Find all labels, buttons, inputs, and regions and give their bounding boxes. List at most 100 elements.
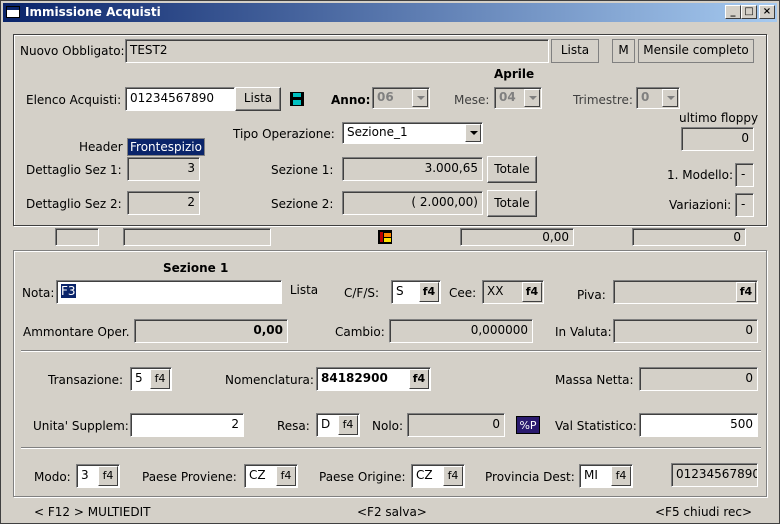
maximize-button[interactable]: □ xyxy=(741,5,757,19)
val-statistico-input[interactable]: 500 xyxy=(639,413,758,437)
close-button[interactable]: × xyxy=(759,5,775,19)
divider-2 xyxy=(21,447,761,449)
anno-label: Anno: xyxy=(331,93,371,107)
unita-supplem-input[interactable]: 2 xyxy=(130,413,244,437)
mese-value: 04 xyxy=(499,90,516,104)
cee-value: XX xyxy=(487,284,504,298)
cee-f4-button[interactable]: f4 xyxy=(522,282,542,302)
sezione2-label: Sezione 2: xyxy=(271,197,334,211)
cfs-f4-button[interactable]: f4 xyxy=(419,282,439,302)
modello-field: - xyxy=(735,163,754,187)
sezione1-field: 3.000,65 xyxy=(342,157,483,181)
sezione1-label: Sezione 1: xyxy=(271,163,334,177)
obbligato-lista-button[interactable]: Lista xyxy=(551,39,599,63)
anno-select[interactable]: 06 xyxy=(372,87,430,109)
massa-netta-label: Massa Netta: xyxy=(555,373,634,387)
trimestre-dropdown-icon[interactable] xyxy=(662,89,678,107)
transazione-f4-button[interactable]: f4 xyxy=(150,369,170,389)
nota-lista-button[interactable]: Lista xyxy=(282,280,326,304)
provincia-dest-f4-button[interactable]: f4 xyxy=(611,466,631,486)
dettaglio-sez1-label: Dettaglio Sez 1: xyxy=(26,163,122,177)
elenco-acquisti-input[interactable]: 01234567890 xyxy=(125,87,235,111)
mensile-indicator: Mensile completo xyxy=(638,39,754,63)
trimestre-select[interactable]: 0 xyxy=(636,87,680,109)
modello-label: 1. Modello: xyxy=(667,168,734,182)
percent-p-button[interactable]: %P xyxy=(516,416,540,434)
mese-select[interactable]: 04 xyxy=(494,87,542,109)
strip-box-2 xyxy=(123,228,271,246)
paese-proviene-input[interactable]: CZ f4 xyxy=(244,464,298,488)
status-chiudi-rec: <F5 chiudi rec> xyxy=(655,505,753,519)
status-salva: <F2 salva> xyxy=(357,505,427,519)
month-title: Aprile xyxy=(494,67,535,81)
resa-f4-button[interactable]: f4 xyxy=(338,415,358,435)
cee-input[interactable]: XX f4 xyxy=(482,280,544,304)
paese-origine-label: Paese Origine: xyxy=(319,470,406,484)
paese-origine-input[interactable]: CZ f4 xyxy=(411,464,465,488)
modo-f4-button[interactable]: f4 xyxy=(98,466,118,486)
dettaglio-sez2-label: Dettaglio Sez 2: xyxy=(26,197,122,211)
nota-value: F3 xyxy=(61,284,76,298)
nota-input[interactable]: F3 xyxy=(56,280,282,304)
paese-proviene-value: CZ xyxy=(249,468,266,482)
invaluta-field: 0 xyxy=(613,319,758,343)
invaluta-label: In Valuta: xyxy=(555,325,612,339)
transazione-input[interactable]: 5 f4 xyxy=(130,367,172,391)
modo-input[interactable]: 3 f4 xyxy=(76,464,120,488)
modo-value: 3 xyxy=(81,468,89,482)
modo-label: Modo: xyxy=(34,470,71,484)
tipo-operazione-value: Sezione_1 xyxy=(347,125,408,139)
nuovo-obbligato-field: TEST2 xyxy=(125,39,549,63)
piva-input[interactable]: f4 xyxy=(613,280,758,304)
nomenclatura-f4-button[interactable]: f4 xyxy=(409,369,429,389)
status-multiedit: < F12 > MULTIEDIT xyxy=(34,505,151,519)
m-indicator: M xyxy=(612,39,635,63)
main-window: Immissione Acquisti _ □ × Nuovo Obbligat… xyxy=(0,0,780,524)
provincia-dest-value: MI xyxy=(584,468,598,482)
nolo-field: 0 xyxy=(407,413,505,437)
anno-dropdown-icon[interactable] xyxy=(412,89,428,107)
header-label: Header xyxy=(79,140,123,154)
massa-netta-field: 0 xyxy=(639,367,758,391)
nota-label: Nota: xyxy=(22,286,55,300)
ammontare-field: 0,00 xyxy=(134,319,288,343)
anno-value: 06 xyxy=(377,90,394,104)
strip-box-1 xyxy=(55,228,99,246)
piva-f4-button[interactable]: f4 xyxy=(736,282,756,302)
totale1-button[interactable]: Totale xyxy=(487,156,537,183)
provincia-dest-input[interactable]: MI f4 xyxy=(579,464,633,488)
nomenclatura-label: Nomenclatura: xyxy=(225,373,314,387)
header-frontespizio[interactable]: Frontespizio xyxy=(127,138,205,156)
tipo-operazione-dropdown-icon[interactable] xyxy=(465,124,481,142)
window-title: Immissione Acquisti xyxy=(25,5,161,19)
tipo-operazione-label: Tipo Operazione: xyxy=(233,127,335,141)
strip-value-2: 0 xyxy=(632,228,746,246)
nomenclatura-input[interactable]: 84182900 f4 xyxy=(316,367,431,391)
resa-label: Resa: xyxy=(277,419,310,433)
paese-proviene-label: Paese Proviene: xyxy=(142,470,237,484)
elenco-lista-button[interactable]: Lista xyxy=(235,87,281,111)
save-floppy-icon[interactable] xyxy=(290,92,304,106)
totale2-button[interactable]: Totale xyxy=(487,190,537,217)
transazione-label: Transazione: xyxy=(48,373,124,387)
tipo-operazione-select[interactable]: Sezione_1 xyxy=(342,122,483,144)
resa-value: D xyxy=(321,417,331,431)
minimize-button[interactable]: _ xyxy=(725,5,741,19)
flag-icon xyxy=(378,230,392,244)
transazione-value: 5 xyxy=(135,371,143,385)
paese-proviene-f4-button[interactable]: f4 xyxy=(276,466,296,486)
ultimo-floppy-label: ultimo floppy xyxy=(679,111,759,125)
nomenclatura-value: 84182900 xyxy=(321,371,388,385)
sezione2-field: ( 2.000,00) xyxy=(342,191,483,215)
mese-dropdown-icon[interactable] xyxy=(524,89,540,107)
trimestre-label: Trimestre: xyxy=(573,93,633,107)
resa-input[interactable]: D f4 xyxy=(316,413,360,437)
ammontare-label: Ammontare Oper. xyxy=(23,325,130,339)
val-statistico-label: Val Statistico: xyxy=(555,419,637,433)
paese-origine-f4-button[interactable]: f4 xyxy=(443,466,463,486)
elenco-acquisti-label: Elenco Acquisti: xyxy=(26,93,122,107)
paese-origine-value: CZ xyxy=(416,468,433,482)
variazioni-label: Variazioni: xyxy=(669,198,732,212)
cee-label: Cee: xyxy=(449,286,477,300)
cfs-input[interactable]: S f4 xyxy=(391,280,441,304)
